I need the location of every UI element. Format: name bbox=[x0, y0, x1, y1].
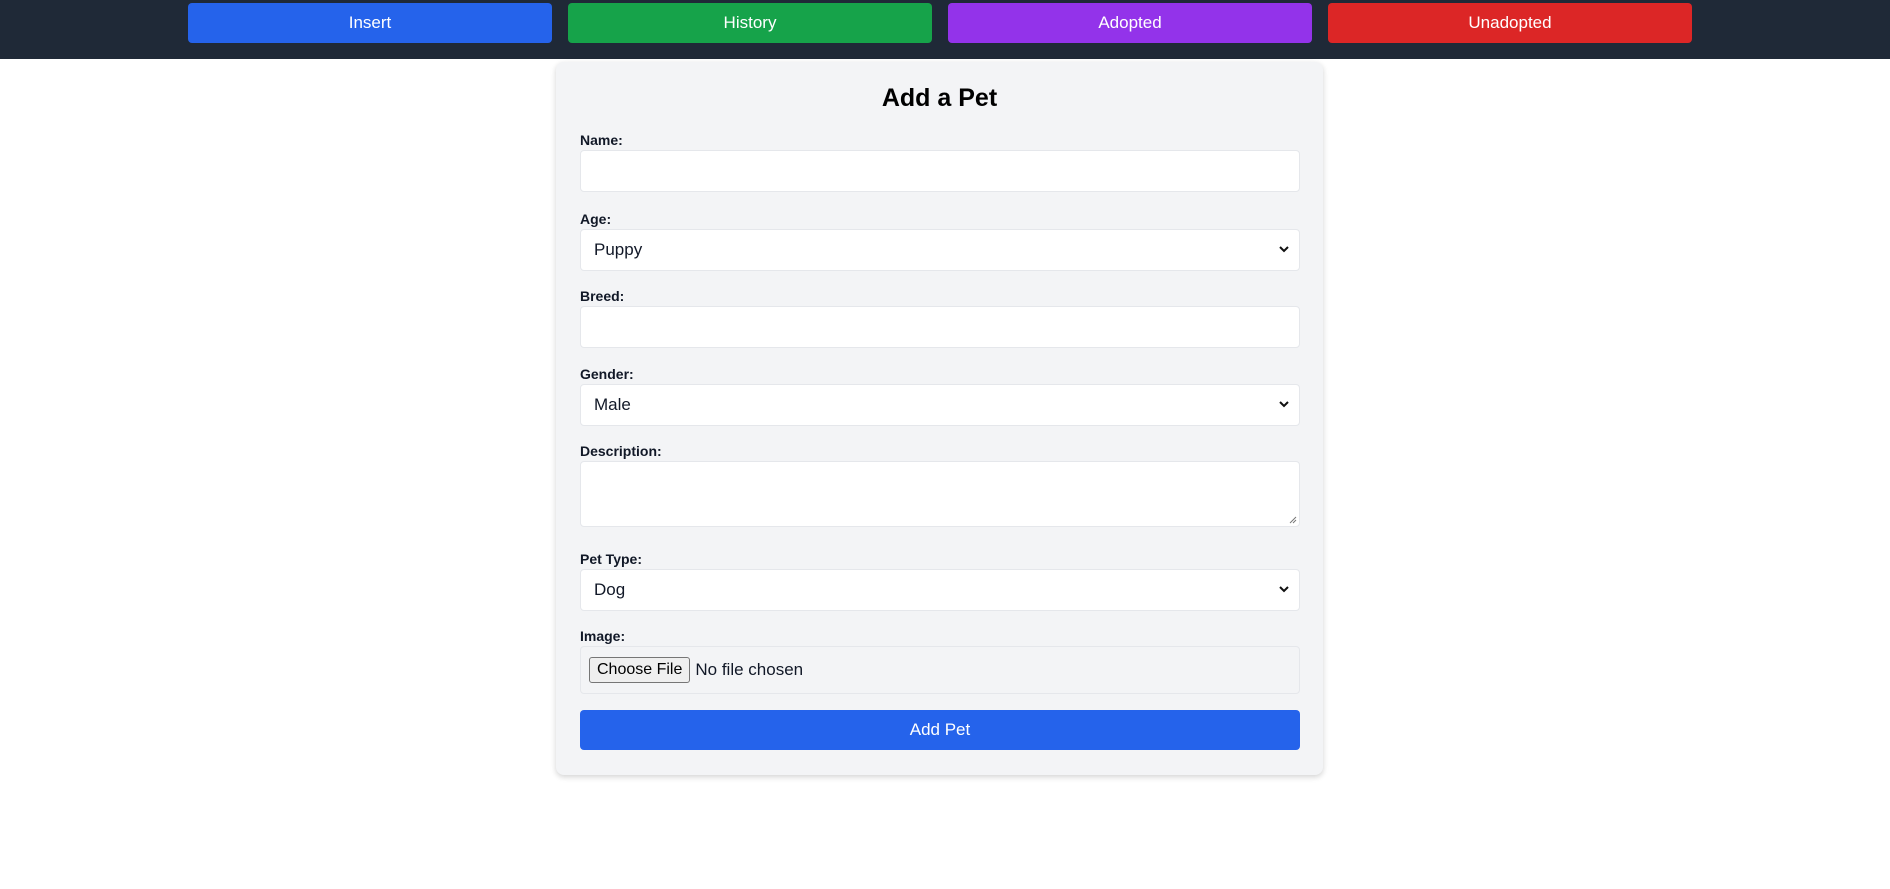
breed-label: Breed: bbox=[580, 288, 625, 304]
breed-input[interactable] bbox=[580, 306, 1300, 348]
gender-select[interactable]: Male bbox=[580, 384, 1300, 426]
description-textarea[interactable] bbox=[580, 461, 1300, 527]
pet-type-selected-value: Dog bbox=[594, 580, 626, 599]
chevron-down-icon bbox=[1279, 246, 1289, 253]
file-status: No file chosen bbox=[695, 660, 804, 679]
age-select[interactable]: Puppy bbox=[580, 229, 1300, 271]
chevron-down-icon bbox=[1279, 401, 1289, 408]
gender-selected-value: Male bbox=[594, 395, 631, 414]
pet-type-label: Pet Type: bbox=[580, 551, 642, 567]
age-selected-value: Puppy bbox=[594, 240, 643, 259]
name-label: Name: bbox=[580, 132, 623, 148]
insert-button[interactable]: Insert bbox=[188, 3, 552, 43]
resize-grip-icon[interactable] bbox=[1287, 514, 1297, 524]
form-title: Add a Pet bbox=[881, 84, 998, 112]
history-button[interactable]: History bbox=[568, 3, 932, 43]
image-label: Image: bbox=[580, 628, 626, 644]
add-pet-form: Add a Pet Name: Age: Puppy Breed: Gender… bbox=[556, 62, 1323, 775]
top-nav-bar: Insert History Adopted Unadopted bbox=[0, 0, 1890, 59]
name-input[interactable] bbox=[580, 150, 1300, 192]
chevron-down-icon bbox=[1279, 586, 1289, 593]
gender-label: Gender: bbox=[580, 366, 634, 382]
description-label: Description: bbox=[580, 443, 662, 459]
age-label: Age: bbox=[580, 211, 612, 227]
adopted-button[interactable]: Adopted bbox=[948, 3, 1312, 43]
unadopted-button[interactable]: Unadopted bbox=[1328, 3, 1692, 43]
add-pet-button[interactable]: Add Pet bbox=[580, 710, 1300, 750]
image-file-input[interactable]: Choose File No file chosen bbox=[580, 646, 1300, 694]
choose-file-button[interactable]: Choose File bbox=[589, 657, 691, 683]
pet-type-select[interactable]: Dog bbox=[580, 569, 1300, 611]
